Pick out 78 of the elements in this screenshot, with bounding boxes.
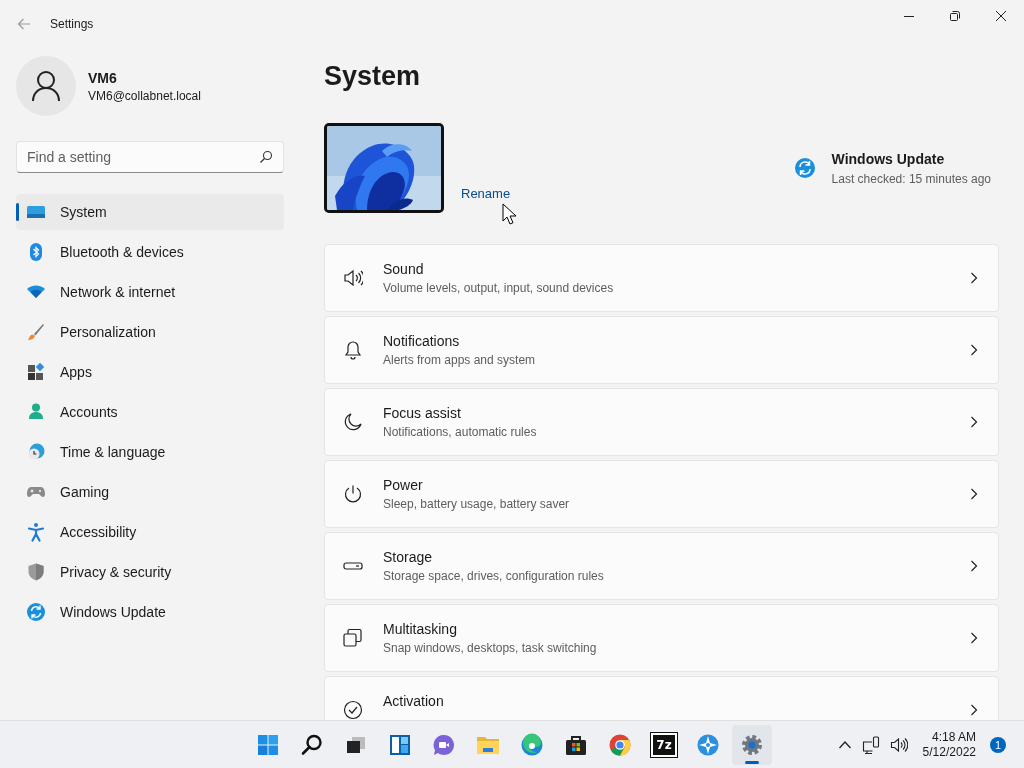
rename-link[interactable]: Rename [461,186,511,201]
user-email: VM6@collabnet.local [88,88,201,103]
power-icon [343,484,363,504]
search-icon [300,732,324,757]
chevron-icon [970,632,978,644]
page-title: System [324,60,422,93]
sync-icon[interactable] [793,157,816,179]
chevron-icon [970,704,978,716]
card-description: Sleep, battery usage, battery saver [383,497,571,511]
start-icon [256,732,280,757]
chrome-icon [608,732,632,757]
card-title: Focus assist [383,405,462,421]
windows-stack-icon [343,628,363,648]
check-circle-icon [343,700,363,720]
search-field[interactable]: Find a setting [16,141,284,173]
sidebar-item[interactable]: System [16,194,284,230]
settings-card[interactable]: Sound Volume levels, output, input, sound devices [324,244,999,312]
moon-icon [343,412,363,432]
user-name: VM6 [88,69,118,86]
person-icon [26,402,46,422]
sidebar-item[interactable]: Privacy & security [16,554,284,590]
restore-icon[interactable] [949,10,961,22]
search-icon [259,150,273,164]
taskbar-clock[interactable]: 4:18 AM 5/12/2022 [918,729,980,760]
gear-icon [740,732,764,757]
settings-card[interactable]: Storage Storage space, drives, configuration rules [324,532,999,600]
settings-card[interactable]: Notifications Alerts from apps and system [324,316,999,384]
accessibility-icon [26,522,46,542]
notification-badge[interactable]: 1 [990,736,1006,753]
speaker-icon[interactable] [889,736,908,753]
sidebar-item[interactable]: Accessibility [16,514,284,550]
brush-icon [26,322,46,342]
chevron-icon [970,344,978,356]
chevron-icon [970,272,978,284]
settings-card[interactable]: Focus assist Notifications, automatic rules [324,388,999,456]
chevron-up-icon[interactable] [837,739,852,750]
close-icon[interactable] [995,10,1007,22]
chevron-icon [970,416,978,428]
chevron-icon [970,488,978,500]
speaker-icon [343,268,363,288]
sidebar-item[interactable]: Bluetooth & devices [16,234,284,270]
card-title: Storage [383,549,434,565]
settings-card[interactable]: Power Sleep, battery usage, battery saver [324,460,999,528]
sidebar-item[interactable]: Accounts [16,394,284,430]
window-title: Settings [50,17,94,31]
card-title: Multitasking [383,621,458,637]
card-description: Alerts from apps and system [383,353,537,367]
card-description: Notifications, automatic rules [383,425,538,439]
update-status: Last checked: 15 minutes ago [831,171,991,186]
card-description: Snap windows, desktops, task switching [383,641,598,655]
clock-icon [26,442,46,462]
compass-icon [696,732,720,757]
bell-icon [343,340,363,360]
settings-card[interactable]: Activation [324,676,999,720]
update-title: Windows Update [831,150,946,167]
sidebar-item[interactable]: Personalization [16,314,284,350]
card-description: Volume levels, output, input, sound devices [383,281,615,295]
card-title: Notifications [383,333,461,349]
mouse-cursor-icon [502,203,516,225]
sync-icon [26,602,46,622]
sidebar-item[interactable]: Windows Update [16,594,284,630]
sidebar-item[interactable]: Network & internet [16,274,284,310]
network-icon[interactable] [861,735,880,754]
apps-icon [26,362,46,382]
chevron-icon [970,560,978,572]
sidebar-item[interactable]: Gaming [16,474,284,510]
taskbar-app[interactable]: 7z [644,724,684,765]
chat-icon [432,732,456,757]
browser-icon [520,732,544,757]
shield-icon [26,562,46,582]
sidebar-item[interactable]: Apps [16,354,284,390]
card-title: Sound [383,261,425,277]
card-title: Power [383,477,424,493]
card-description: Storage space, drives, configuration rules [383,569,605,583]
card-title: Activation [383,693,445,709]
widgets-icon [388,732,412,757]
settings-card[interactable]: Multitasking Snap windows, desktops, task switching [324,604,999,672]
sidebar-item[interactable]: Time & language [16,434,284,470]
